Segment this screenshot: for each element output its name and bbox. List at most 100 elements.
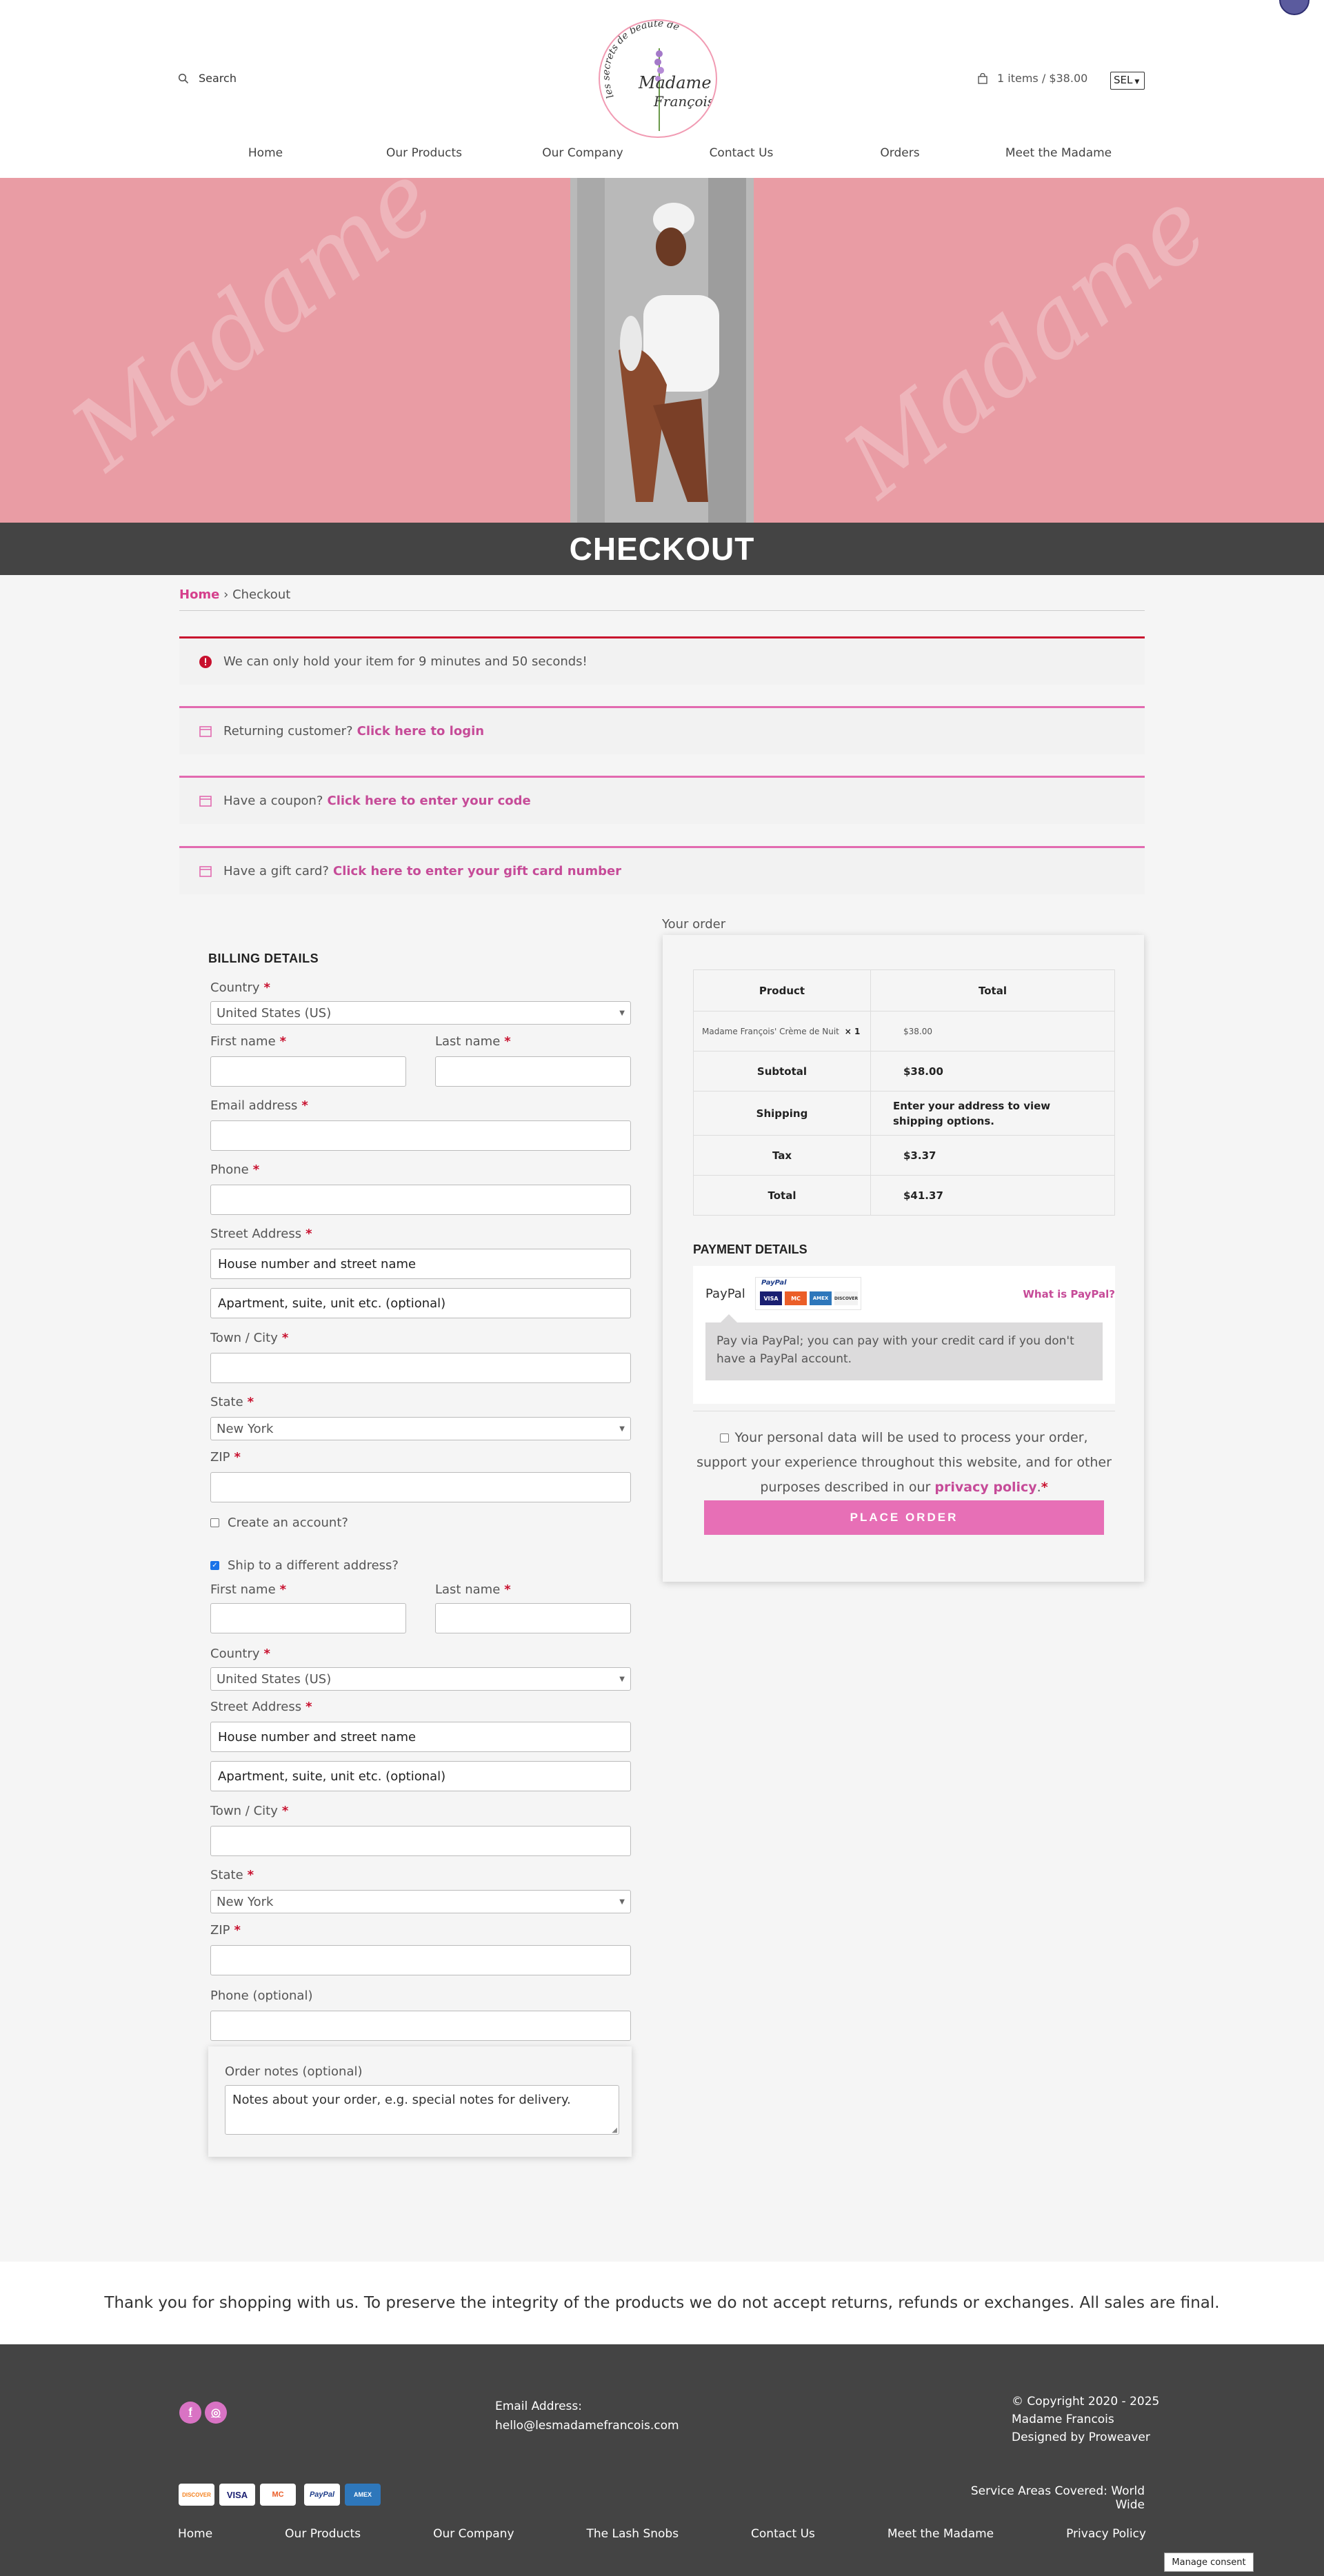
search-trigger[interactable]: Search <box>178 72 237 85</box>
ship-street-label: Street Address * <box>210 1700 312 1714</box>
ship-country-label: Country * <box>210 1647 270 1661</box>
gift-card-link[interactable]: Click here to enter your gift card numbe… <box>333 864 621 878</box>
shipping-last-name-input[interactable] <box>435 1603 631 1633</box>
total-value: $41.37 <box>870 1175 1115 1216</box>
logo-art: les secrets de beauté de Madame François <box>601 21 714 131</box>
privacy-checkbox[interactable] <box>720 1433 730 1442</box>
resize-handle-icon[interactable]: ◢ <box>612 2126 617 2134</box>
billing-zip-input[interactable] <box>210 1472 631 1502</box>
table-row: Total $41.37 <box>693 1175 1115 1216</box>
footer-nav-contact-us[interactable]: Contact Us <box>751 2527 815 2541</box>
nav-our-products[interactable]: Our Products <box>345 146 503 160</box>
cart-link[interactable]: 1 items / $38.00 <box>978 72 1087 85</box>
payment-title: PAYMENT DETAILS <box>693 1242 808 1256</box>
logo-name-1: Madame <box>638 73 712 92</box>
item-name: Madame François' Crème de Nuit <box>702 1026 839 1036</box>
table-row: Shipping Enter your address to view ship… <box>693 1091 1115 1136</box>
shipping-first-name-input[interactable] <box>210 1603 406 1633</box>
shopping-bag-icon <box>978 72 987 84</box>
page-title: CHECKOUT <box>569 531 755 567</box>
billing-state-select[interactable]: New York ▼ <box>210 1417 631 1440</box>
footer-email-link[interactable]: hello@lesmadamefrancois.com <box>495 2419 679 2433</box>
table-row: Tax $3.37 <box>693 1135 1115 1176</box>
billing-country-select[interactable]: United States (US) ▼ <box>210 1001 631 1025</box>
order-notes-placeholder: Notes about your order, e.g. special not… <box>232 2093 571 2107</box>
place-order-button[interactable]: PLACE ORDER <box>704 1500 1104 1535</box>
hero-watermark: Madame <box>824 178 1228 520</box>
nav-contact-us[interactable]: Contact Us <box>662 146 821 160</box>
billing-first-name-input[interactable] <box>210 1056 406 1087</box>
mastercard-icon: MC <box>260 2484 296 2506</box>
billing-apartment-input[interactable]: Apartment, suite, unit etc. (optional) <box>210 1288 631 1318</box>
hold-notice-text: We can only hold your item for 9 minutes… <box>223 654 588 669</box>
ship-different-checkbox[interactable]: ✓ Ship to a different address? <box>210 1558 399 1573</box>
table-header-row: Product Total <box>693 969 1115 1012</box>
shipping-value: Enter your address to view shipping opti… <box>870 1091 1115 1136</box>
chevron-down-icon: ▼ <box>1134 79 1140 85</box>
zip-label: ZIP * <box>210 1450 241 1465</box>
order-table: Product Total Madame François' Crème de … <box>693 969 1115 1216</box>
shipping-city-input[interactable] <box>210 1826 631 1856</box>
subtotal-value: $38.00 <box>870 1051 1115 1091</box>
chevron-down-icon: ▼ <box>619 1425 625 1433</box>
nav-orders[interactable]: Orders <box>821 146 979 160</box>
chevron-down-icon: ▼ <box>619 1898 625 1906</box>
ship-zip-label: ZIP * <box>210 1923 241 1938</box>
footer-nav-privacy-policy[interactable]: Privacy Policy <box>1066 2527 1146 2541</box>
shipping-state-select[interactable]: New York ▼ <box>210 1890 631 1913</box>
accessibility-icon[interactable] <box>1279 0 1310 15</box>
manage-consent-button[interactable]: Manage consent <box>1164 2553 1254 2572</box>
ship-city-label: Town / City * <box>210 1804 289 1818</box>
billing-street-input[interactable]: House number and street name <box>210 1249 631 1279</box>
nav-home[interactable]: Home <box>186 146 345 160</box>
order-notes-card: Order notes (optional) Notes about your … <box>208 2046 632 2157</box>
main-nav: Home Our Products Our Company Contact Us… <box>0 146 1324 160</box>
footer-nav-our-company[interactable]: Our Company <box>433 2527 514 2541</box>
instagram-icon[interactable]: ◎ <box>205 2402 227 2424</box>
footer-nav-lash-snobs[interactable]: The Lash Snobs <box>587 2527 679 2541</box>
shipping-state-value: New York <box>217 1894 274 1909</box>
col-total: Total <box>870 969 1115 1012</box>
facebook-icon[interactable]: f <box>179 2402 201 2424</box>
paypal-method-label[interactable]: PayPal <box>705 1287 745 1301</box>
billing-state-value: New York <box>217 1421 274 1436</box>
order-review-card: Product Total Madame François' Crème de … <box>663 935 1144 1582</box>
breadcrumb-separator: › <box>223 587 229 602</box>
footer-nav-home[interactable]: Home <box>178 2527 212 2541</box>
shipping-apartment-input[interactable]: Apartment, suite, unit etc. (optional) <box>210 1761 631 1791</box>
discover-icon: DISCOVER <box>179 2484 214 2506</box>
city-label: Town / City * <box>210 1331 289 1345</box>
col-product: Product <box>693 969 871 1012</box>
nav-meet-the-madame[interactable]: Meet the Madame <box>979 146 1138 160</box>
checkbox-checked-icon[interactable]: ✓ <box>210 1561 219 1570</box>
shipping-zip-input[interactable] <box>210 1945 631 1975</box>
currency-select[interactable]: SEL ▼ <box>1110 72 1145 90</box>
privacy-policy-link[interactable]: privacy policy <box>934 1480 1036 1495</box>
login-link[interactable]: Click here to login <box>357 724 484 738</box>
footer-nav-our-products[interactable]: Our Products <box>285 2527 361 2541</box>
your-order-label: Your order <box>662 917 726 932</box>
tax-label: Tax <box>693 1135 871 1176</box>
billing-email-input[interactable] <box>210 1120 631 1151</box>
checkbox-box[interactable] <box>720 1433 730 1442</box>
breadcrumb-home[interactable]: Home <box>179 587 219 602</box>
shipping-street-input[interactable]: House number and street name <box>210 1722 631 1752</box>
paypal-logos: PayPal VISA MC AMEX DISCOVER <box>755 1277 861 1310</box>
nav-our-company[interactable]: Our Company <box>503 146 662 160</box>
checkbox-box[interactable] <box>210 1518 219 1527</box>
what-is-paypal-link[interactable]: What is PayPal? <box>1023 1288 1115 1300</box>
billing-last-name-input[interactable] <box>435 1056 631 1087</box>
shipping-country-select[interactable]: United States (US) ▼ <box>210 1667 631 1691</box>
coupon-link[interactable]: Click here to enter your code <box>327 794 530 808</box>
create-account-checkbox[interactable]: Create an account? <box>210 1516 348 1530</box>
site-logo[interactable]: les secrets de beauté de Madame François <box>599 19 717 138</box>
shipping-phone-input[interactable] <box>210 2011 631 2041</box>
billing-city-input[interactable] <box>210 1353 631 1383</box>
login-notice: Returning customer? Click here to login <box>179 706 1145 754</box>
billing-phone-input[interactable] <box>210 1185 631 1215</box>
street-placeholder: House number and street name <box>218 1256 417 1271</box>
search-icon <box>178 73 189 83</box>
order-notes-label: Order notes (optional) <box>225 2064 363 2079</box>
footer-nav-meet-the-madame[interactable]: Meet the Madame <box>887 2527 994 2541</box>
order-notes-textarea[interactable]: Notes about your order, e.g. special not… <box>225 2085 619 2135</box>
